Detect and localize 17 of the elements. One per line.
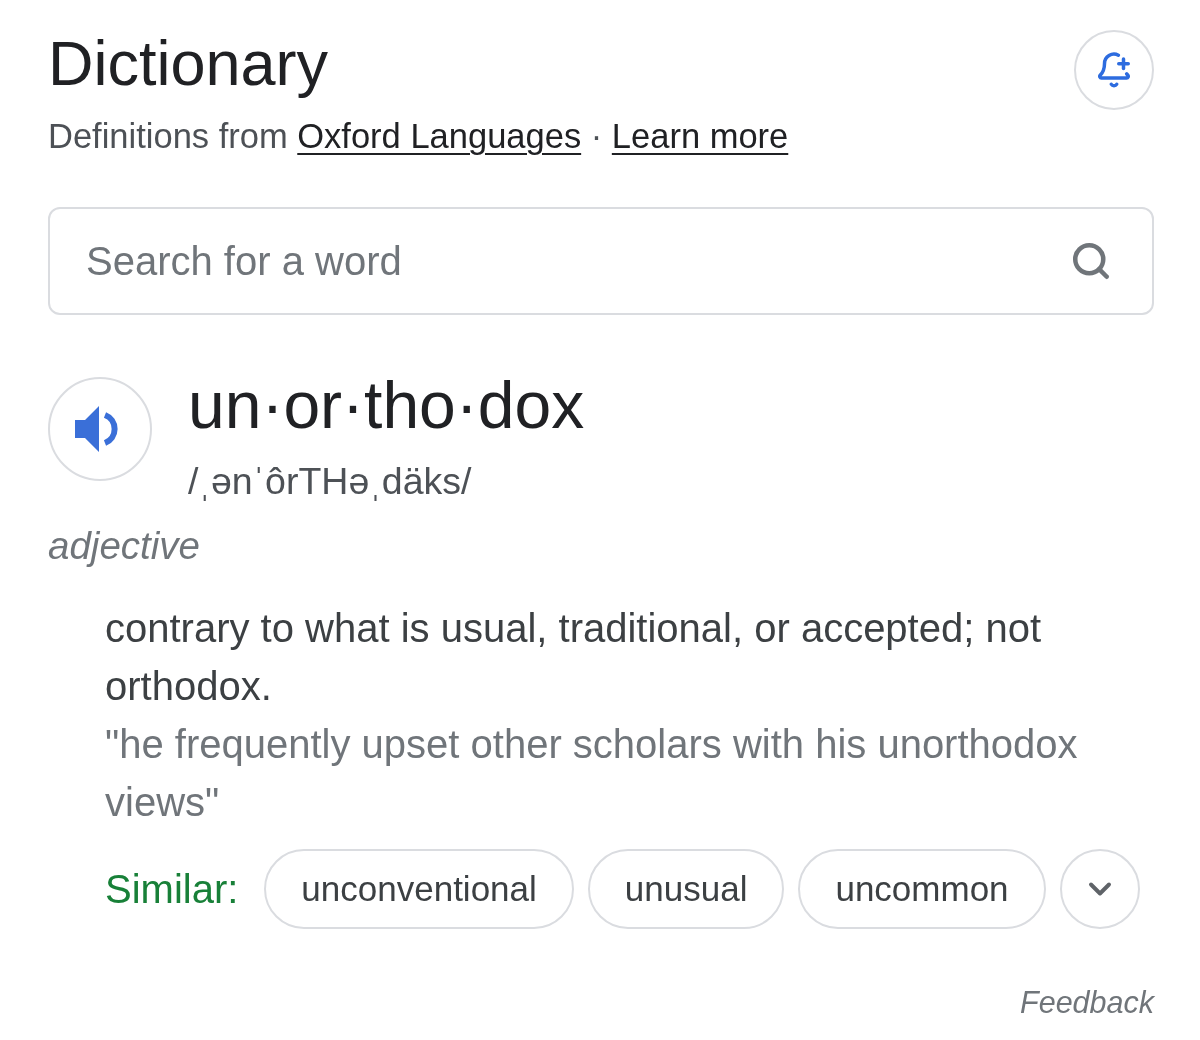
panel-title: Dictionary bbox=[48, 27, 329, 100]
synonym-chip[interactable]: unusual bbox=[587, 849, 785, 929]
search-icon[interactable] bbox=[1070, 240, 1112, 282]
synonym-chip[interactable]: uncommon bbox=[798, 849, 1046, 929]
source-link[interactable]: Oxford Languages bbox=[297, 117, 582, 155]
feedback-link[interactable]: Feedback bbox=[1020, 985, 1154, 1020]
headword: un·or·tho·dox bbox=[188, 369, 585, 441]
example-sentence: "he frequently upset other scholars with his unorthodox views" bbox=[105, 721, 1079, 826]
pronunciation-text: /ˌənˈôrTHəˌdäks/ bbox=[188, 459, 472, 503]
search-field[interactable]: Search for a word bbox=[48, 207, 1154, 315]
learn-more-link[interactable]: Learn more bbox=[611, 117, 789, 155]
definition-text: contrary to what is usual, traditional, or accepted; not orthodox. bbox=[105, 605, 1043, 710]
similar-label: Similar: bbox=[105, 866, 239, 912]
synonym-chip[interactable]: unconventional bbox=[264, 849, 574, 929]
bell-plus-icon bbox=[1095, 51, 1133, 89]
part-of-speech: adjective bbox=[48, 523, 200, 569]
source-attribution: Definitions from Oxford Languages · Learn more bbox=[48, 116, 789, 157]
